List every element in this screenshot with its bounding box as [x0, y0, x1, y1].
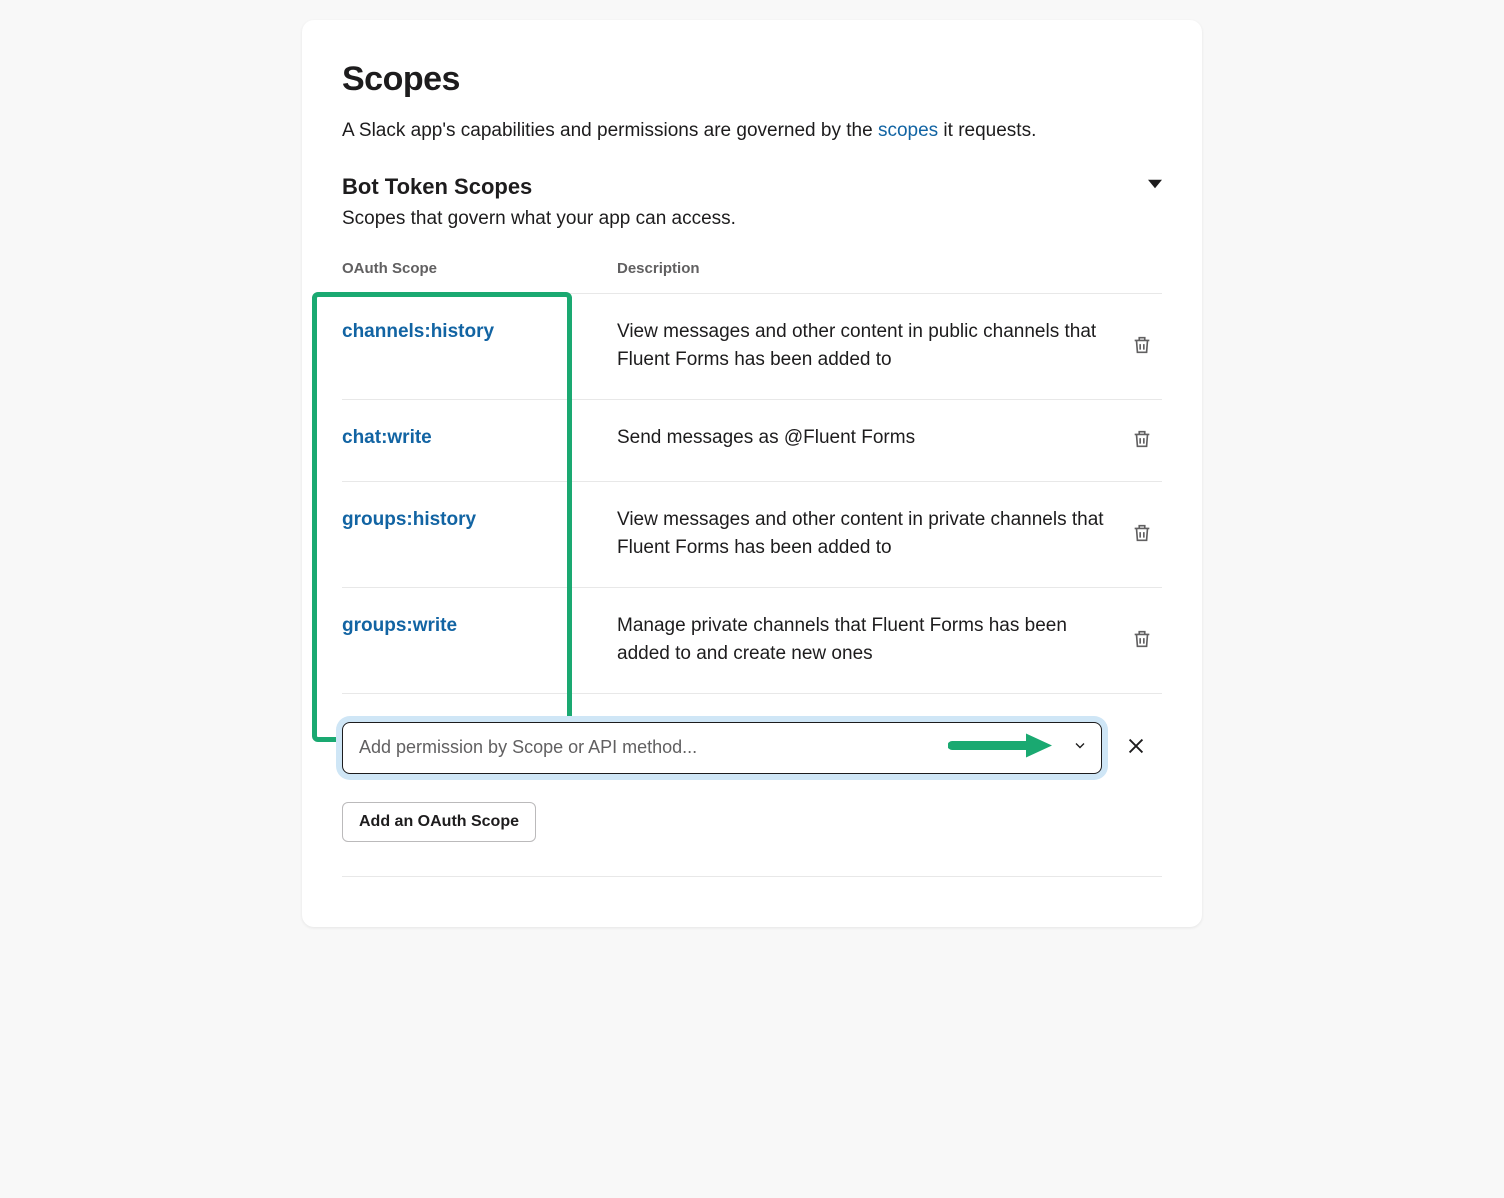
- add-oauth-scope-button[interactable]: Add an OAuth Scope: [342, 802, 536, 842]
- table-row: groups:write Manage private channels tha…: [342, 588, 1162, 694]
- page-title: Scopes: [342, 60, 1162, 99]
- scope-link[interactable]: groups:write: [342, 615, 457, 636]
- caret-down-icon[interactable]: [1148, 177, 1162, 196]
- delete-scope-button[interactable]: [1127, 624, 1157, 657]
- col-header-scope: OAuth Scope: [342, 260, 617, 277]
- scope-link[interactable]: channels:history: [342, 321, 494, 342]
- delete-scope-button[interactable]: [1127, 424, 1157, 457]
- trash-icon: [1131, 628, 1153, 653]
- table-row: channels:history View messages and other…: [342, 294, 1162, 400]
- section-header-row: Bot Token Scopes: [342, 174, 1162, 200]
- table-row: groups:history View messages and other c…: [342, 482, 1162, 588]
- table-row: chat:write Send messages as @Fluent Form…: [342, 400, 1162, 482]
- scopes-link[interactable]: scopes: [878, 120, 938, 141]
- section-subtitle: Scopes that govern what your app can acc…: [342, 208, 1162, 230]
- scope-link[interactable]: chat:write: [342, 427, 432, 448]
- table-header: OAuth Scope Description: [342, 260, 1162, 294]
- add-permission-combobox[interactable]: Add permission by Scope or API method...: [342, 722, 1102, 774]
- scope-description: View messages and other content in priva…: [617, 506, 1122, 563]
- cancel-add-button[interactable]: [1120, 732, 1152, 764]
- trash-icon: [1131, 428, 1153, 453]
- scope-description: Manage private channels that Fluent Form…: [617, 612, 1122, 669]
- section-title: Bot Token Scopes: [342, 174, 532, 200]
- divider: [342, 876, 1162, 877]
- intro-pre: A Slack app's capabilities and permissio…: [342, 120, 878, 141]
- scope-link[interactable]: groups:history: [342, 509, 476, 530]
- close-icon: [1125, 735, 1147, 760]
- combo-placeholder: Add permission by Scope or API method...: [359, 737, 697, 758]
- chevron-down-icon: [1072, 737, 1088, 758]
- add-permission-row: Add permission by Scope or API method...: [342, 722, 1162, 774]
- scopes-table: OAuth Scope Description channels:history…: [342, 260, 1162, 694]
- scope-description: Send messages as @Fluent Forms: [617, 424, 1122, 457]
- intro-post: it requests.: [938, 120, 1036, 141]
- delete-scope-button[interactable]: [1127, 518, 1157, 551]
- scopes-card: Scopes A Slack app's capabilities and pe…: [302, 20, 1202, 927]
- trash-icon: [1131, 522, 1153, 547]
- add-permission-combo-wrap: Add permission by Scope or API method...: [342, 722, 1102, 774]
- scope-description: View messages and other content in publi…: [617, 318, 1122, 375]
- intro-text: A Slack app's capabilities and permissio…: [342, 117, 1162, 146]
- col-header-description: Description: [617, 260, 1122, 277]
- delete-scope-button[interactable]: [1127, 330, 1157, 363]
- trash-icon: [1131, 334, 1153, 359]
